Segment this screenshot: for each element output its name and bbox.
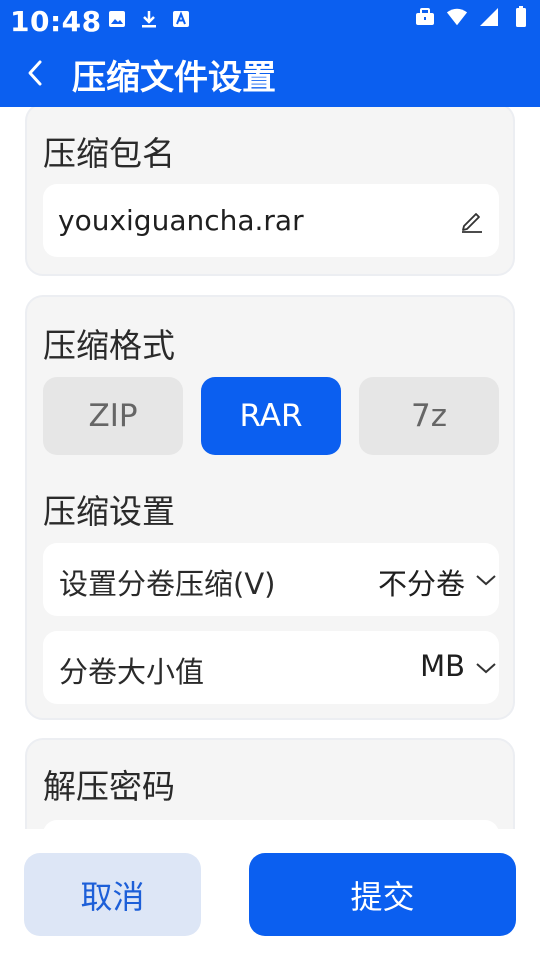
archive-name-field[interactable] (43, 184, 499, 257)
briefcase-icon (414, 6, 436, 28)
battery-icon (510, 6, 532, 28)
page-title: 压缩文件设置 (72, 58, 276, 98)
download-icon (138, 8, 160, 30)
split-volume-value: 不分卷 (377, 567, 465, 601)
submit-button[interactable]: 提交 (249, 853, 516, 936)
format-option-rar[interactable]: RAR (201, 377, 341, 455)
volume-size-unit: MB (420, 649, 465, 683)
compression-settings-title: 压缩设置 (43, 492, 175, 531)
split-volume-row[interactable]: 设置分卷压缩(V) 不分卷 (43, 543, 499, 616)
footer-bar: 取消 提交 (0, 829, 540, 960)
settings-scroll-area[interactable]: 压缩包名 压缩格式 ZIP RAR 7z 压缩设置 设置分卷压缩(V) 不分卷 … (0, 107, 540, 829)
format-selector: ZIP RAR 7z (43, 377, 499, 457)
split-volume-label: 设置分卷压缩(V) (59, 567, 276, 601)
password-title: 解压密码 (43, 767, 175, 806)
edit-icon[interactable] (459, 208, 485, 234)
image-icon (106, 8, 128, 30)
format-option-7z[interactable]: 7z (359, 377, 499, 455)
back-button[interactable] (18, 56, 52, 90)
archive-name-card: 压缩包名 (25, 107, 515, 276)
font-icon (170, 8, 192, 30)
back-arrow-icon (28, 60, 42, 86)
volume-size-label: 分卷大小值 (59, 655, 205, 689)
archive-name-title: 压缩包名 (43, 134, 175, 173)
status-time: 10:48 (10, 5, 102, 38)
wifi-icon (446, 6, 468, 28)
password-field[interactable] (43, 820, 499, 829)
chevron-down-icon (476, 663, 496, 674)
chevron-down-icon (476, 575, 496, 586)
password-card: 解压密码 (25, 738, 515, 829)
volume-size-row[interactable]: 分卷大小值 MB (43, 631, 499, 704)
signal-icon (478, 6, 500, 28)
status-bar: 10:48 (0, 0, 540, 44)
app-header: 10:48 压缩文件设置 (0, 0, 540, 107)
format-option-zip[interactable]: ZIP (43, 377, 183, 455)
cancel-button[interactable]: 取消 (24, 853, 201, 936)
format-title: 压缩格式 (43, 326, 175, 365)
archive-name-input[interactable] (58, 200, 438, 240)
compression-card: 压缩格式 ZIP RAR 7z 压缩设置 设置分卷压缩(V) 不分卷 分卷大小值… (25, 295, 515, 720)
